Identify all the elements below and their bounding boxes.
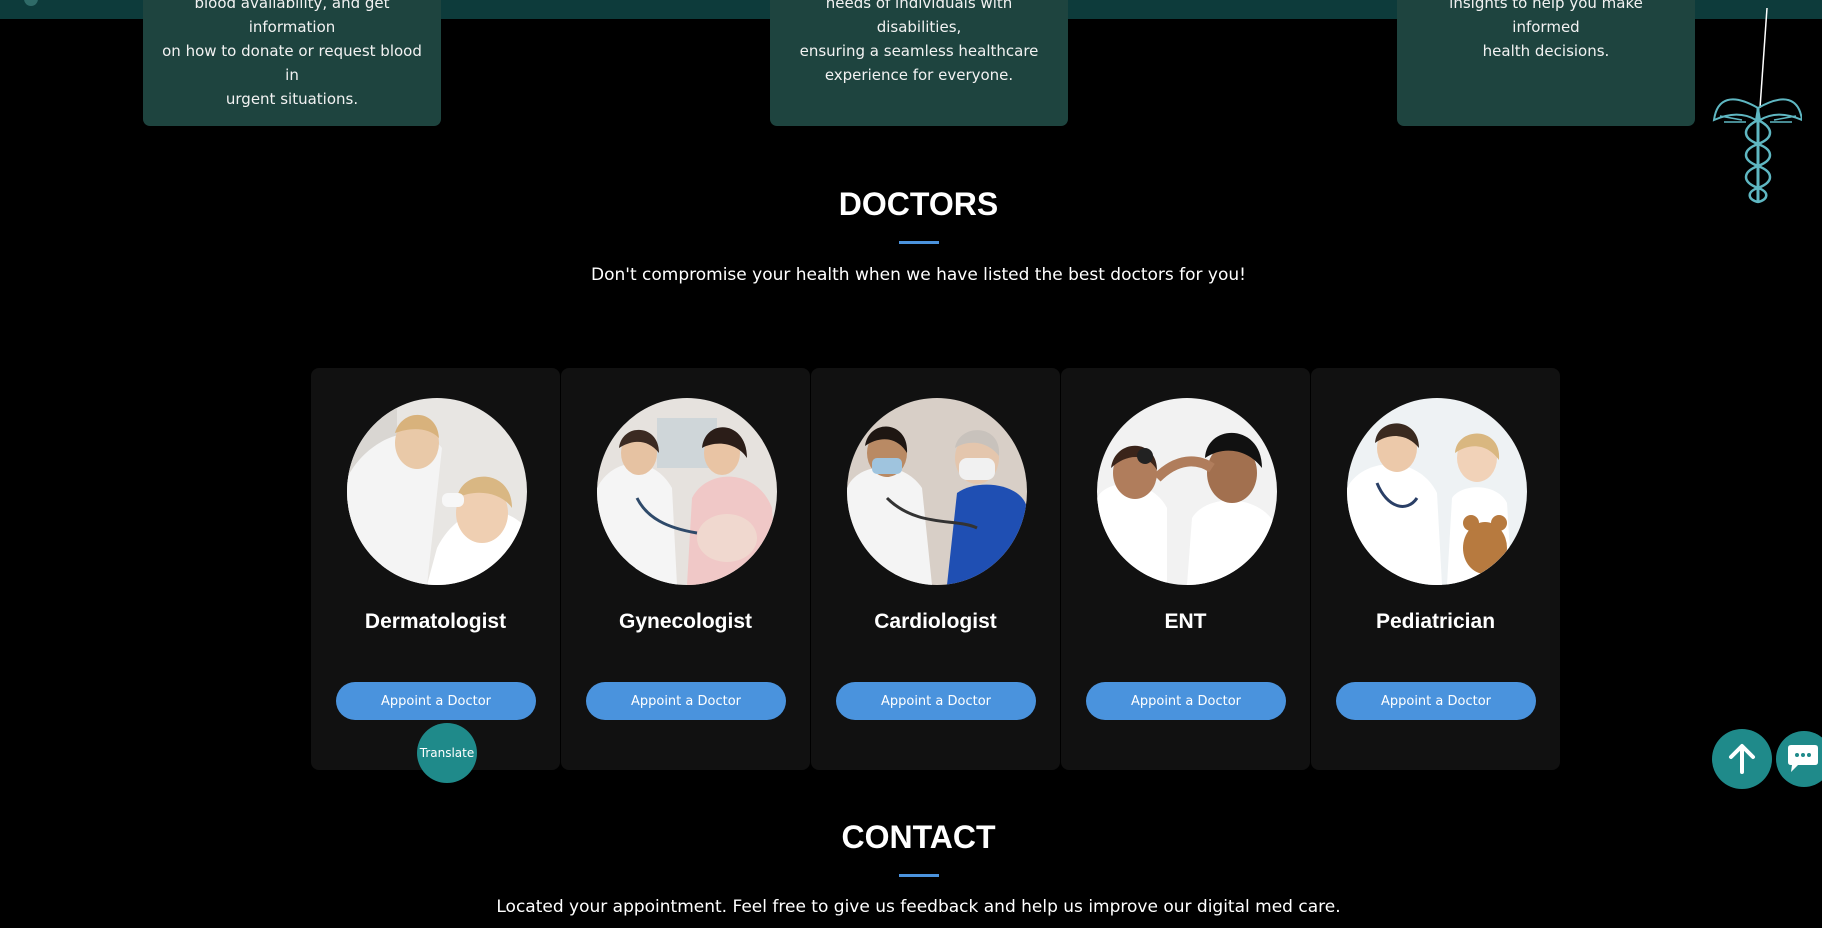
caduceus-icon <box>1712 8 1802 204</box>
pediatrician-photo <box>1347 398 1527 585</box>
doctors-title-underline <box>899 241 939 244</box>
appoint-doctor-button[interactable]: Appoint a Doctor <box>1336 682 1536 720</box>
scroll-to-top-button[interactable] <box>1712 729 1772 789</box>
contact-title: CONTACT <box>841 819 996 855</box>
doctor-name: Pediatrician <box>1375 610 1496 633</box>
doctor-card-cardiologist: Cardiologist Appoint a Doctor <box>811 368 1060 770</box>
ent-photo <box>1097 398 1277 585</box>
translate-button[interactable]: Translate <box>417 723 477 783</box>
arrow-up-icon <box>1729 744 1755 774</box>
service-text-line: insights to help you make informed <box>1449 0 1643 36</box>
doctor-name: Cardiologist <box>874 610 997 633</box>
doctor-card-pediatrician: Pediatrician Appoint a Doctor <box>1311 368 1560 770</box>
appoint-doctor-button[interactable]: Appoint a Doctor <box>1086 682 1286 720</box>
service-text-line: health decisions. <box>1482 42 1610 60</box>
logo-icon[interactable] <box>24 0 38 6</box>
doctors-subtitle: Don't compromise your health when we hav… <box>591 265 1246 285</box>
appoint-doctor-button[interactable]: Appoint a Doctor <box>836 682 1036 720</box>
appoint-doctor-button[interactable]: Appoint a Doctor <box>586 682 786 720</box>
doctor-card-dermatologist: Dermatologist Appoint a Doctor <box>311 368 560 770</box>
cardiologist-photo <box>847 398 1027 585</box>
doctor-name: Dermatologist <box>364 610 507 633</box>
service-text-line: ensuring a seamless healthcare <box>799 42 1039 60</box>
doctor-card-ent: ENT Appoint a Doctor <box>1061 368 1310 770</box>
translate-label: Translate <box>419 746 475 760</box>
doctor-name: Gynecologist <box>618 610 753 633</box>
service-text-line: on how to donate or request blood in <box>162 42 422 84</box>
service-card-insights: insights to help you make informed healt… <box>1397 0 1695 126</box>
chat-icon <box>1788 745 1818 772</box>
contact-title-underline <box>899 874 939 877</box>
gynecologist-photo <box>597 398 777 585</box>
service-card-blood: blood availability, and get information … <box>143 0 441 126</box>
service-card-accessibility: needs of individuals with disabilities, … <box>770 0 1068 126</box>
chat-button[interactable] <box>1776 731 1822 787</box>
dermatologist-photo <box>347 398 527 585</box>
service-text-line: needs of individuals with disabilities, <box>825 0 1013 36</box>
doctor-card-gynecologist: Gynecologist Appoint a Doctor <box>561 368 810 770</box>
doctor-name: ENT <box>1164 610 1207 633</box>
appoint-doctor-button[interactable]: Appoint a Doctor <box>336 682 536 720</box>
service-text-line: experience for everyone. <box>824 66 1014 84</box>
doctors-title: DOCTORS <box>838 186 999 222</box>
service-text-line: blood availability, and get information <box>194 0 390 36</box>
service-text-line: urgent situations. <box>225 90 359 108</box>
contact-subtitle: Located your appointment. Feel free to g… <box>496 897 1341 917</box>
